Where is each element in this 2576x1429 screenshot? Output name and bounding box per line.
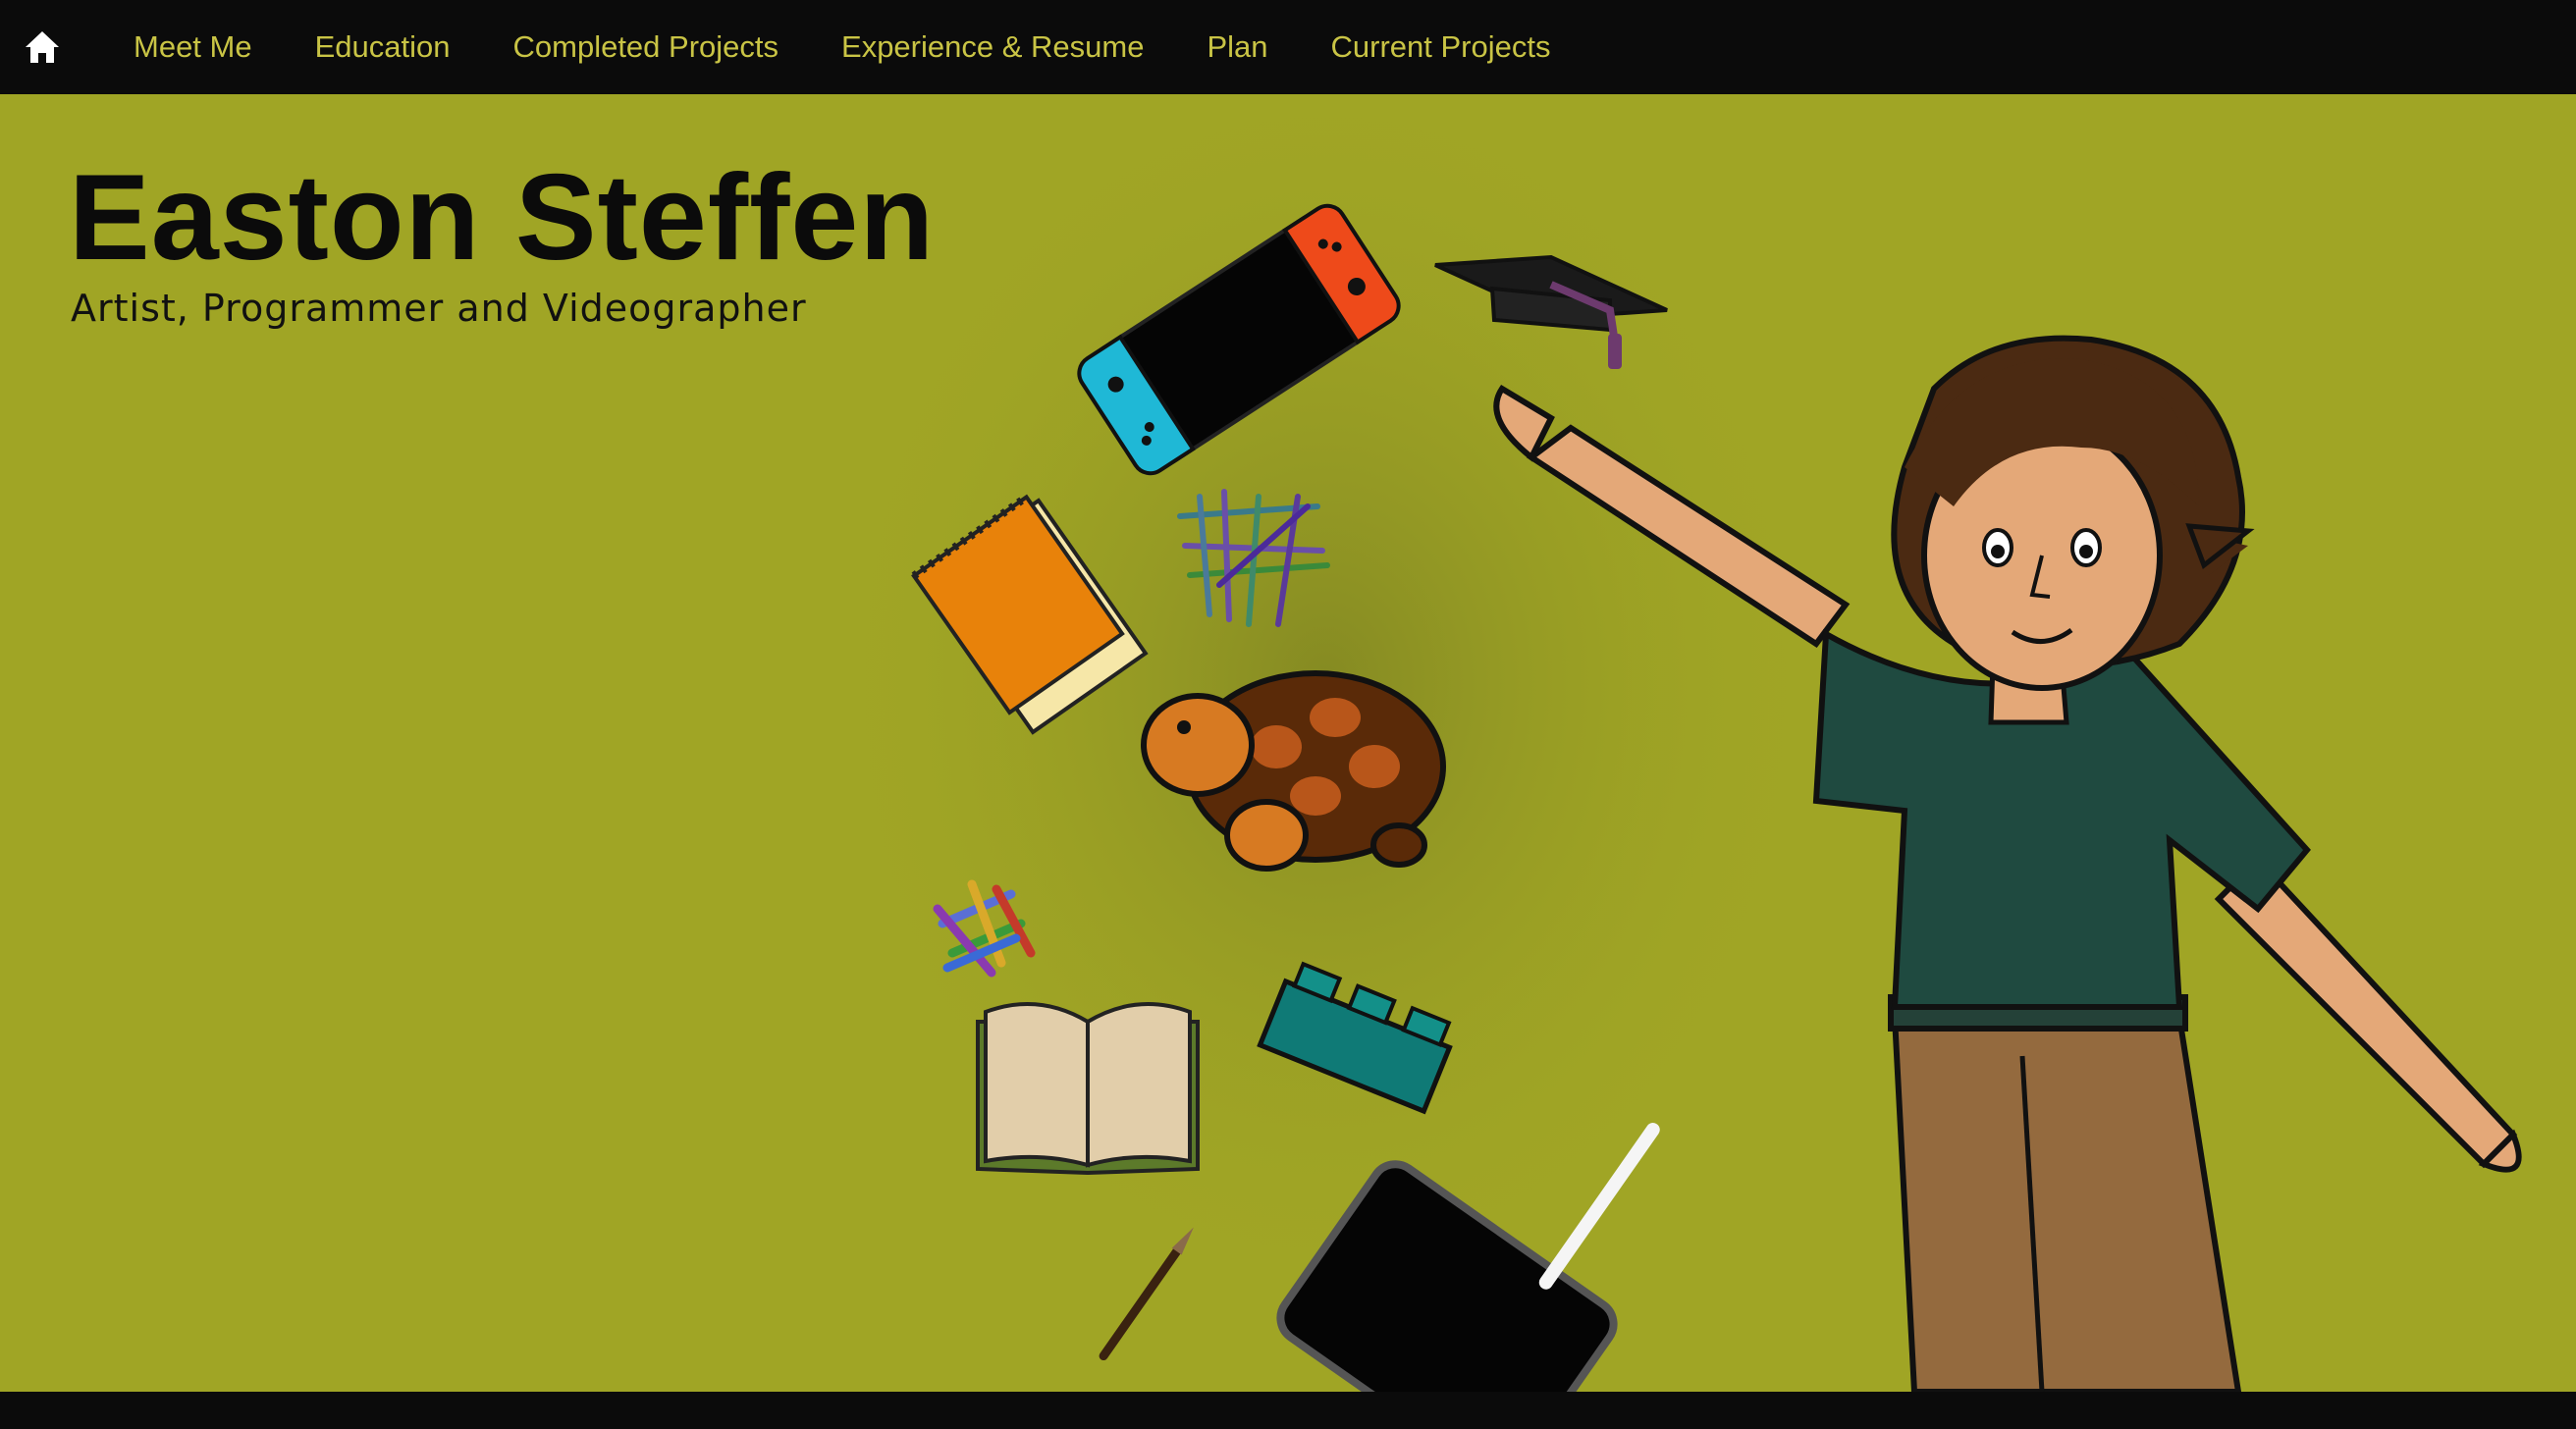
- top-navigation: Meet Me Education Completed Projects Exp…: [0, 0, 2576, 94]
- page: Meet Me Education Completed Projects Exp…: [0, 0, 2576, 1429]
- open-book-icon: [976, 1002, 1200, 1176]
- footer-bar: [0, 1392, 2576, 1429]
- nav-meet-me[interactable]: Meet Me: [102, 0, 284, 94]
- home-icon: [26, 31, 59, 63]
- page-subtitle: Artist, Programmer and Videographer: [71, 287, 807, 330]
- home-button[interactable]: [22, 26, 63, 68]
- nav-experience-resume[interactable]: Experience & Resume: [810, 0, 1175, 94]
- nav-education[interactable]: Education: [284, 0, 482, 94]
- nav-current-projects[interactable]: Current Projects: [1300, 0, 1583, 94]
- nav-completed-projects[interactable]: Completed Projects: [482, 0, 811, 94]
- page-title: Easton Steffen: [69, 150, 936, 286]
- nav-plan[interactable]: Plan: [1175, 0, 1299, 94]
- hero-section: Easton Steffen Artist, Programmer and Vi…: [0, 94, 2576, 1392]
